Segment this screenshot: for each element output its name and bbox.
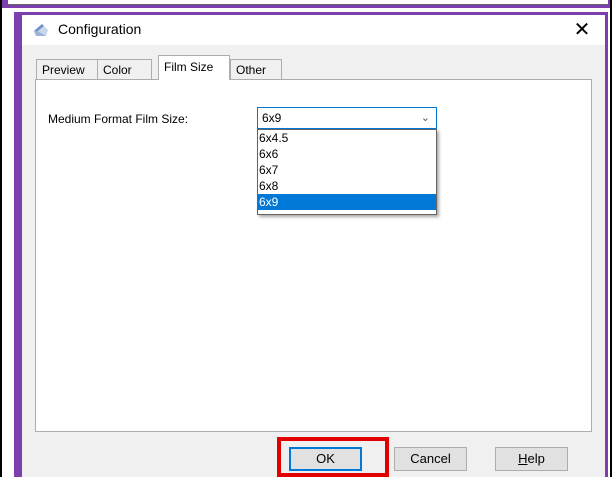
background-window-edge — [2, 0, 610, 8]
help-button-label: elp — [527, 451, 545, 466]
film-size-selected-value: 6x9 — [262, 111, 282, 125]
tab-film-size[interactable]: Film Size — [158, 55, 230, 80]
dropdown-option-6x4-5[interactable]: 6x4.5 — [258, 130, 436, 146]
screen-border-left — [0, 0, 2, 477]
film-size-select[interactable]: 6x9 ⌄ — [257, 107, 437, 129]
background-window-content — [8, 0, 608, 5]
window-title: Configuration — [58, 21, 142, 37]
dropdown-option-6x7[interactable]: 6x7 — [258, 162, 436, 178]
cancel-button[interactable]: Cancel — [394, 447, 467, 471]
ok-button-highlight-box — [277, 437, 389, 477]
film-size-dropdown-list: 6x4.5 6x6 6x7 6x8 6x9 — [257, 129, 437, 215]
dropdown-option-6x8[interactable]: 6x8 — [258, 178, 436, 194]
chevron-down-icon: ⌄ — [420, 112, 430, 124]
help-button[interactable]: Help — [495, 447, 568, 471]
tab-color[interactable]: Color — [97, 59, 152, 79]
dropdown-option-6x6[interactable]: 6x6 — [258, 146, 436, 162]
app-icon — [34, 24, 48, 36]
dropdown-option-6x9[interactable]: 6x9 — [258, 194, 436, 210]
help-button-mnemonic: H — [518, 451, 528, 466]
close-button[interactable]: ✕ — [559, 15, 605, 45]
configuration-dialog: Configuration ✕ Preview Color Film Size … — [22, 15, 605, 477]
film-size-label: Medium Format Film Size: — [48, 112, 189, 126]
title-bar: Configuration ✕ — [22, 15, 605, 45]
tab-preview[interactable]: Preview — [36, 59, 98, 79]
tab-other[interactable]: Other — [230, 59, 282, 79]
